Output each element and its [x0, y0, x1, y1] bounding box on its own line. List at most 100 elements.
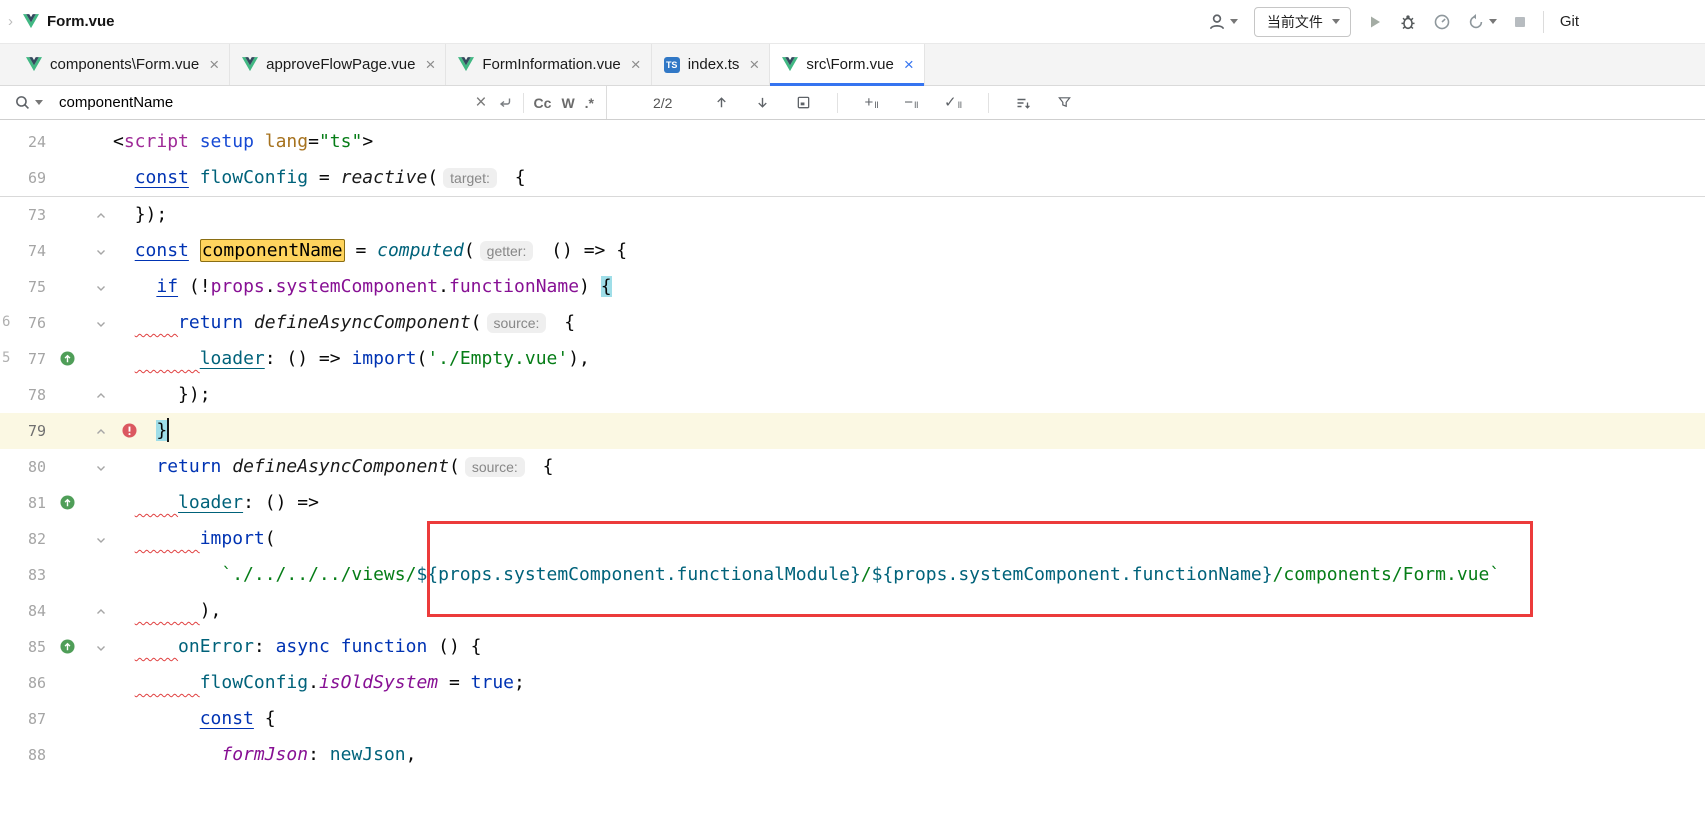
code-line[interactable]: loader: () => import('./Empty.vue'), — [113, 341, 590, 377]
line-number[interactable]: 78 — [0, 377, 46, 413]
gutter-up-badge-icon[interactable] — [60, 351, 75, 370]
remove-occurrence-button[interactable]: −II — [904, 95, 918, 110]
code-line[interactable]: return defineAsyncComponent(source: { — [113, 305, 575, 341]
tab-close-icon[interactable]: × — [631, 56, 641, 73]
history-icon[interactable] — [497, 95, 513, 111]
titlebar-actions: 当前文件 Git — [1208, 7, 1705, 37]
add-occurrence-button[interactable]: +II — [864, 95, 878, 110]
profiler-button[interactable] — [1433, 13, 1451, 31]
edge-artifact-text: 5 — [2, 348, 10, 368]
editor-row: 76 return defineAsyncComponent(source: { — [0, 305, 1705, 341]
code-line[interactable]: `./../../../views/${props.systemComponen… — [113, 557, 1500, 593]
restart-button[interactable] — [1467, 13, 1497, 31]
line-number[interactable]: 79 — [0, 413, 46, 449]
editor-row: 82 import( — [0, 521, 1705, 557]
code-line[interactable]: return defineAsyncComponent(source: { — [113, 449, 553, 485]
line-number[interactable]: 69 — [0, 160, 46, 196]
run-configuration-label: 当前文件 — [1267, 12, 1323, 32]
tab-label: approveFlowPage.vue — [266, 56, 415, 73]
line-number[interactable]: 74 — [0, 233, 46, 269]
line-number[interactable]: 73 — [0, 197, 46, 233]
fold-up-icon[interactable] — [94, 424, 108, 443]
fold-down-icon[interactable] — [94, 244, 108, 263]
fold-up-icon[interactable] — [94, 604, 108, 623]
line-number[interactable]: 86 — [0, 665, 46, 701]
tab-close-icon[interactable]: × — [209, 56, 219, 73]
fold-down-icon[interactable] — [94, 640, 108, 659]
gutter-up-badge-icon[interactable] — [60, 639, 75, 658]
code-line[interactable]: const componentName = computed(getter: (… — [113, 233, 627, 269]
tab-close-icon[interactable]: × — [749, 56, 759, 73]
run-button[interactable] — [1367, 14, 1383, 30]
code-line[interactable]: }); — [113, 197, 167, 233]
words-toggle[interactable]: W — [561, 95, 574, 111]
code-line[interactable]: loader: () => — [113, 485, 319, 521]
stop-button[interactable] — [1513, 15, 1527, 29]
fold-down-icon[interactable] — [94, 460, 108, 479]
match-case-toggle[interactable]: Cc — [534, 95, 552, 111]
gutter-up-badge-icon[interactable] — [60, 495, 75, 514]
debug-button[interactable] — [1399, 13, 1417, 31]
editor-row: 87 const { — [0, 701, 1705, 737]
editor-tab[interactable]: approveFlowPage.vue × — [230, 44, 446, 85]
code-line[interactable]: onError: async function () { — [113, 629, 482, 665]
sort-lines-button[interactable] — [1015, 95, 1031, 111]
fold-up-icon[interactable] — [94, 208, 108, 227]
search-field[interactable]: componentName × Cc W .* — [0, 86, 607, 119]
check-occurrence-button[interactable]: ✓II — [944, 95, 962, 110]
find-bar: componentName × Cc W .* 2/2 +II −II ✓I — [0, 86, 1705, 120]
editor-tab[interactable]: FormInformation.vue × — [446, 44, 651, 85]
editor-tab[interactable]: components\Form.vue × — [14, 44, 230, 85]
search-icon[interactable] — [14, 94, 43, 111]
user-button[interactable] — [1208, 13, 1238, 31]
fold-down-icon[interactable] — [94, 316, 108, 335]
line-number[interactable]: 75 — [0, 269, 46, 305]
regex-toggle[interactable]: .* — [585, 95, 594, 111]
code-line[interactable]: flowConfig.isOldSystem = true; — [113, 665, 525, 701]
editor-tab[interactable]: TSindex.ts× — [652, 44, 771, 85]
fold-down-icon[interactable] — [94, 532, 108, 551]
git-widget[interactable]: Git — [1560, 13, 1579, 30]
code-line[interactable]: formJson: newJson, — [113, 737, 416, 773]
line-number[interactable]: 82 — [0, 521, 46, 557]
chevron-down-icon — [1230, 19, 1238, 24]
editor-tab[interactable]: src\Form.vue × — [770, 44, 924, 85]
code-line[interactable]: const { — [113, 701, 276, 737]
search-input[interactable]: componentName — [59, 94, 465, 111]
fold-up-icon[interactable] — [94, 388, 108, 407]
vue-icon — [242, 57, 258, 72]
previous-occurrence-button[interactable] — [714, 95, 729, 110]
code-line[interactable]: ), — [113, 593, 221, 629]
code-line[interactable]: if (!props.systemComponent.functionName)… — [113, 269, 612, 305]
chevron-down-icon — [35, 100, 43, 105]
run-configuration-selector[interactable]: 当前文件 — [1254, 7, 1351, 37]
tab-label: components\Form.vue — [50, 56, 199, 73]
tab-close-icon[interactable]: × — [904, 56, 914, 73]
code-line[interactable]: }); — [113, 377, 211, 413]
code-line[interactable]: } — [113, 413, 169, 449]
next-occurrence-button[interactable] — [755, 95, 770, 110]
editor-row: 75 if (!props.systemComponent.functionNa… — [0, 269, 1705, 305]
tab-label: src\Form.vue — [806, 56, 894, 73]
code-line[interactable]: <script setup lang="ts"> — [113, 124, 373, 160]
line-number[interactable]: 87 — [0, 701, 46, 737]
tab-close-icon[interactable]: × — [425, 56, 435, 73]
line-number[interactable]: 84 — [0, 593, 46, 629]
line-number[interactable]: 85 — [0, 629, 46, 665]
editor-row: 77 loader: () => import('./Empty.vue'), — [0, 341, 1705, 377]
code-line[interactable]: const flowConfig = reactive(target: { — [113, 160, 526, 196]
line-number[interactable]: 80 — [0, 449, 46, 485]
tab-label: FormInformation.vue — [482, 56, 620, 73]
select-all-occurrences-button[interactable] — [796, 95, 811, 110]
editor[interactable]: 24 <script setup lang="ts"> 69 const flowC… — [0, 120, 1705, 820]
clear-icon[interactable]: × — [475, 93, 486, 112]
vue-icon — [23, 14, 39, 29]
line-number[interactable]: 88 — [0, 737, 46, 773]
line-number[interactable]: 83 — [0, 557, 46, 593]
inlay-hint: source: — [487, 313, 547, 333]
code-line[interactable]: import( — [113, 521, 276, 557]
fold-down-icon[interactable] — [94, 280, 108, 299]
line-number[interactable]: 24 — [0, 124, 46, 160]
line-number[interactable]: 81 — [0, 485, 46, 521]
filter-button[interactable] — [1057, 95, 1072, 110]
